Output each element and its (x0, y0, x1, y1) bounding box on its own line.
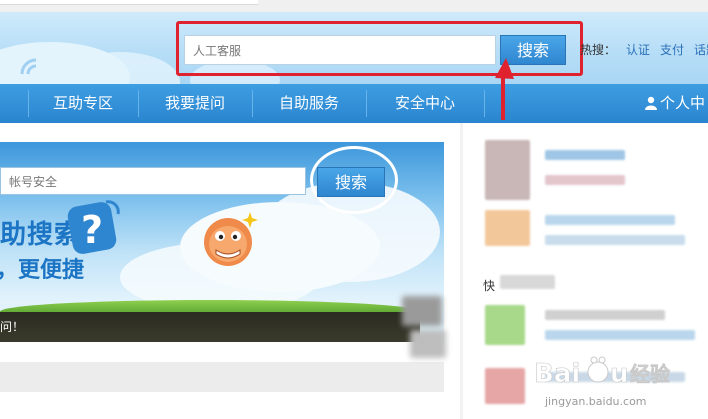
main-nav: 互助专区 我要提问 自助服务 安全中心 个人中 (0, 84, 708, 123)
hot-search-link[interactable]: 认证 (626, 43, 650, 57)
sidebar-snippet: 快 (483, 279, 496, 293)
sidebar-line (545, 310, 665, 320)
mosaic-patch (410, 330, 446, 358)
hot-search-link[interactable]: 支付 (660, 43, 684, 57)
sidebar-line (545, 175, 625, 185)
mascot-icon (204, 212, 258, 266)
question-mark-icon: ? (67, 200, 120, 254)
watermark-brand-text: 经验 (630, 362, 670, 386)
content-bottom-band (0, 362, 444, 392)
ticker-text: 问！ (0, 320, 25, 334)
hot-searches-label: 热搜： (580, 43, 617, 57)
user-icon (645, 96, 657, 110)
mosaic-patch (402, 296, 442, 326)
sidebar-line (545, 330, 695, 340)
banner-ticker: 问！ (0, 312, 420, 342)
nav-item-self-service[interactable]: 自助服务 (252, 84, 366, 123)
nav-item-ask-question[interactable]: 我要提问 (138, 84, 252, 123)
sidebar-line (500, 275, 555, 289)
svg-text:?: ? (81, 208, 103, 252)
banner-search-input[interactable] (0, 167, 306, 195)
sidebar-avatar (485, 305, 525, 345)
sidebar-avatar (485, 368, 525, 404)
sidebar-line (545, 215, 675, 225)
nav-item-security-center[interactable]: 安全中心 (366, 84, 484, 123)
hot-search-link[interactable]: 话题 (694, 43, 708, 57)
sidebar-line (545, 235, 685, 245)
user-center-menu[interactable]: 个人中 (645, 84, 705, 123)
sidebar-line (545, 150, 625, 160)
sidebar-avatar (485, 140, 530, 200)
svg-text:u: u (610, 359, 629, 389)
nav-divider (484, 90, 485, 117)
wifi-decoration-icon (20, 58, 37, 75)
sidebar-avatar (485, 210, 530, 246)
banner-search-button[interactable]: 搜索 (317, 167, 385, 197)
watermark-url: jingyan.baidu.com (545, 395, 647, 408)
baidu-jingyan-watermark: Bai u 经验 (534, 356, 670, 389)
header-search-input[interactable] (184, 35, 496, 65)
header-search-button[interactable]: 搜索 (500, 35, 566, 65)
browser-top-strip (0, 0, 708, 12)
user-center-label: 个人中 (660, 94, 706, 112)
nav-item-help-zone[interactable]: 互助专区 (28, 84, 138, 123)
browser-tab[interactable] (0, 0, 258, 5)
hot-searches: 热搜： 认证支付话题 (580, 41, 708, 58)
svg-text:Bai: Bai (534, 359, 580, 389)
